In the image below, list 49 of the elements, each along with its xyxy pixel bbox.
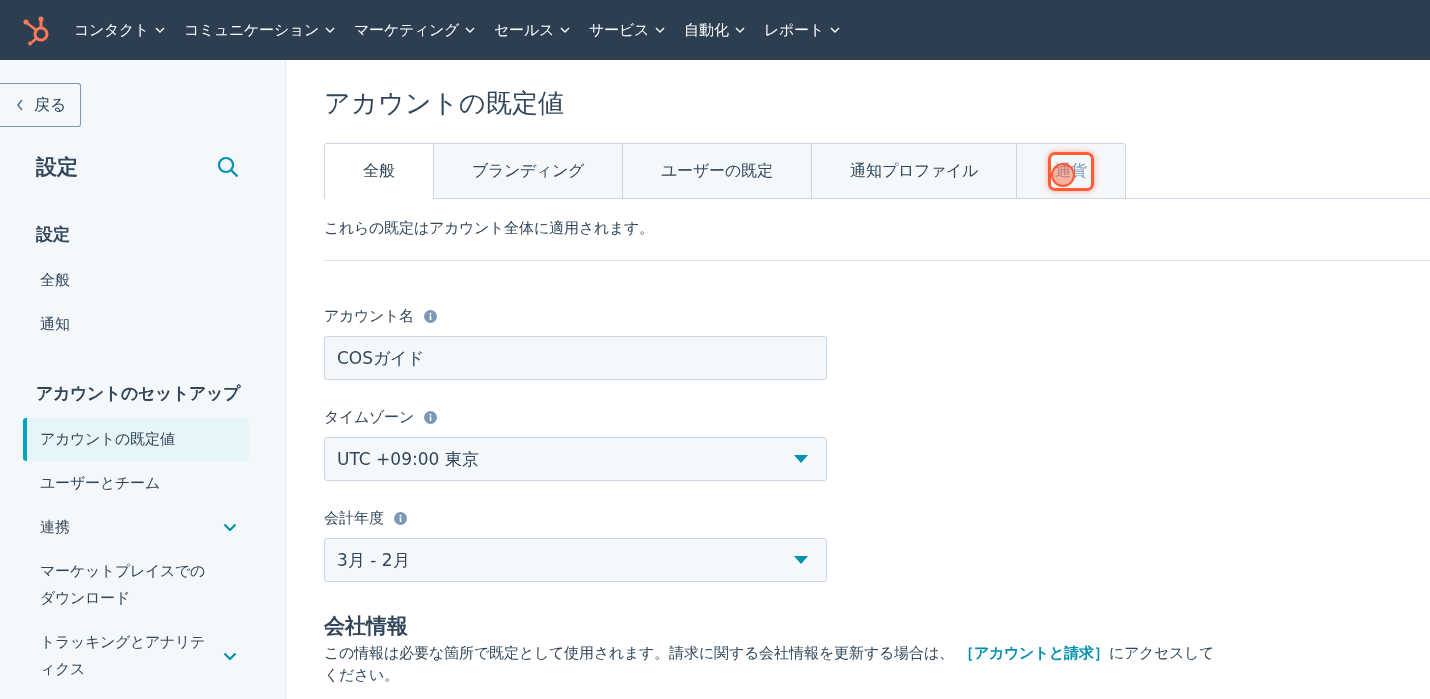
dropdown-select[interactable]: 3月 - 2月 [324, 538, 827, 582]
chevron-left-icon [16, 99, 24, 111]
tab[interactable]: 全般 [324, 143, 434, 199]
caret-down-icon [560, 27, 570, 33]
section-heading: アカウントのセットアップ [35, 382, 242, 405]
sidebar-item[interactable]: 通知 [23, 303, 249, 346]
page-title: アカウントの既定値 [324, 87, 565, 120]
dropdown-select[interactable]: UTC +09:00 東京 [324, 437, 827, 481]
chevron-down-icon[interactable] [223, 651, 237, 661]
caret-down-icon [655, 27, 665, 33]
nav-menu-item[interactable]: コミュニケーション [184, 20, 335, 40]
info-icon [394, 512, 407, 525]
description-text: これらの既定はアカウント全体に適用されます。 [324, 219, 655, 238]
tab[interactable]: ブランディング [434, 143, 623, 199]
account-billing-link[interactable]: ［アカウントと請求］ [958, 644, 1109, 662]
info-icon [424, 411, 437, 424]
sidebar-item[interactable]: 連携 [23, 506, 249, 549]
chevron-down-icon[interactable] [223, 523, 237, 532]
caret-down-icon [325, 27, 335, 33]
field-label: 会計年度 [324, 509, 384, 528]
caret-down-icon [735, 27, 745, 33]
sidebar-item[interactable]: 全般 [23, 259, 249, 302]
sidebar-item[interactable]: トラッキングとアナリティクス [23, 621, 249, 691]
sidebar-item[interactable]: アカウントの既定値 [23, 418, 249, 461]
tab[interactable]: ユーザーの既定 [623, 143, 812, 199]
caret-down-icon [465, 27, 475, 33]
nav-menu-item[interactable]: 自動化 [684, 20, 745, 40]
nav-menu-item[interactable]: レポート [764, 20, 840, 40]
caret-down-icon [794, 556, 808, 564]
field-label: タイムゾーン [324, 408, 414, 427]
info-icon [424, 310, 437, 323]
section-heading: 設定 [35, 223, 71, 246]
sidebar-item[interactable]: マーケットプレイスでのダウンロード [23, 550, 249, 620]
nav-menu-item[interactable]: サービス [589, 20, 665, 40]
nav-menu-item[interactable]: セールス [494, 20, 570, 40]
caret-down-icon [830, 27, 840, 33]
caret-down-icon [794, 455, 808, 463]
sidebar-title: 設定 [36, 154, 78, 181]
search-icon[interactable] [217, 156, 239, 178]
sidebar-item[interactable]: ユーザーとチーム [23, 462, 249, 505]
nav-menu-item[interactable]: マーケティング [354, 20, 475, 40]
company-info-text: この情報は必要な箇所で既定として使用されます。請求に関する会社情報を更新する場合は、 ［アカウントと請求］にアクセスしてください。 [324, 643, 1215, 686]
text-input-field[interactable]: COSガイド [324, 336, 827, 380]
nav-menu-item[interactable]: コンタクト [74, 20, 165, 40]
tab[interactable]: 通知プロファイル [812, 143, 1017, 199]
caret-down-icon [155, 27, 165, 33]
field-label: アカウント名 [324, 307, 414, 326]
back-button[interactable]: 戻る [0, 83, 81, 127]
section-heading: 会社情報 [324, 613, 409, 640]
